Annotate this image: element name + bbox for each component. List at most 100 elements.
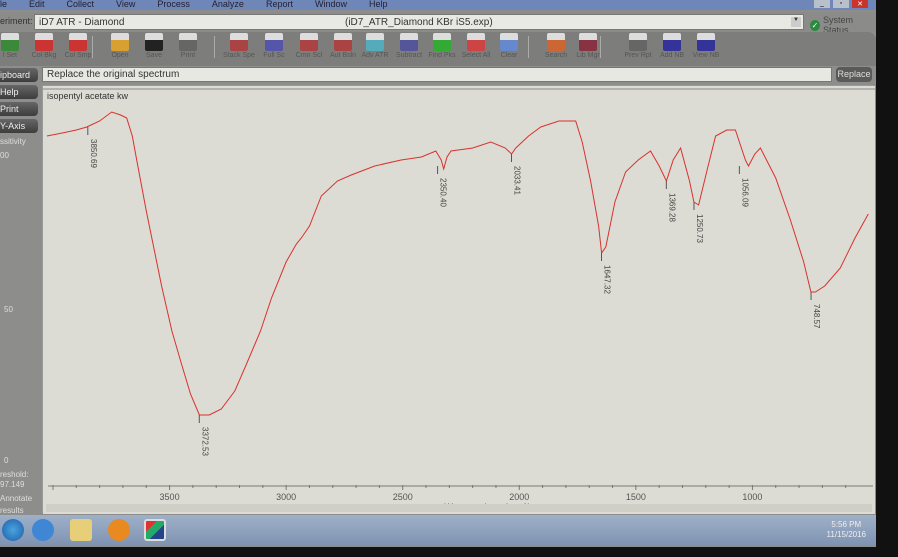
menu-item[interactable]: le	[0, 0, 7, 9]
toolbar-label: Cmn Scl	[295, 52, 323, 59]
search-icon	[547, 33, 565, 51]
help-button[interactable]: Help	[0, 85, 38, 99]
y-axis-button[interactable]: Y-Axis	[0, 119, 38, 133]
toolbar-label: Aut Bsln	[329, 52, 357, 59]
menu-item[interactable]: Window	[315, 0, 347, 9]
media-player-icon[interactable]	[108, 519, 130, 541]
toolbar-label: Find Pks	[428, 52, 456, 59]
subtract-icon	[400, 33, 418, 51]
experiment-value: iD7 ATR - Diamond	[39, 17, 125, 28]
floppy-disk-icon	[145, 33, 163, 51]
collect-background-button[interactable]: Col Bkg	[26, 33, 62, 59]
add-notebook-icon	[663, 33, 681, 51]
clock-time: 5:56 PM	[831, 520, 862, 529]
chart-title: isopentyl acetate kw	[47, 91, 129, 101]
stack-spectra-button[interactable]: Stack Spe	[221, 33, 257, 59]
horizontal-scrollbar[interactable]	[46, 504, 872, 512]
peak-label: 2033.41	[512, 166, 521, 195]
omnic-app-icon[interactable]	[144, 519, 166, 541]
auto-baseline-icon	[334, 33, 352, 51]
subtract-button[interactable]: Subtract	[391, 33, 427, 59]
threshold-value[interactable]: 97.149	[0, 480, 24, 489]
advanced-atr-button[interactable]: Adv ATR	[357, 33, 393, 59]
replace-select[interactable]: Replace the original spectrum	[42, 67, 832, 82]
menu-item[interactable]: Report	[266, 0, 293, 9]
x-tick-label: 1500	[626, 492, 646, 502]
advanced-atr-icon	[366, 33, 384, 51]
preview-report-button[interactable]: Prev Rpt	[620, 33, 656, 59]
menu-item[interactable]: Collect	[67, 0, 95, 9]
common-scale-icon	[300, 33, 318, 51]
file-explorer-icon[interactable]	[70, 519, 92, 541]
results-label: results	[0, 506, 24, 515]
window-controls: _ ▫ ✕	[814, 0, 868, 8]
minimize-button[interactable]: _	[814, 0, 830, 8]
stack-spectra-icon	[230, 33, 248, 51]
peak-label: 3850.69	[89, 139, 98, 168]
floppy-disk-button[interactable]: Save	[136, 33, 172, 59]
menu-item[interactable]: Process	[157, 0, 190, 9]
preview-report-icon	[629, 33, 647, 51]
auto-baseline-button[interactable]: Aut Bsln	[325, 33, 361, 59]
menu-item[interactable]: View	[116, 0, 135, 9]
checkmark-shield-icon: ✓	[810, 19, 821, 31]
start-button-icon[interactable]	[2, 519, 24, 541]
clock-date: 11/15/2016	[826, 530, 866, 539]
view-notebook-button[interactable]: View NB	[688, 33, 724, 59]
full-scale-button[interactable]: Full Sc	[256, 33, 292, 59]
menu-item[interactable]: Analyze	[212, 0, 244, 9]
clock[interactable]: 5:56 PM 11/15/2016	[827, 520, 866, 540]
experiment-setup-button[interactable]: l Set	[0, 33, 28, 59]
library-manager-icon	[579, 33, 597, 51]
toolbar-separator	[92, 36, 93, 58]
toolbar-separator	[528, 36, 529, 58]
toolbar-label: Subtract	[395, 52, 423, 59]
experiment-file: (iD7_ATR_Diamond KBr iS5.exp)	[345, 17, 493, 28]
select-all-button[interactable]: Select All	[458, 33, 494, 59]
folder-open-icon	[111, 33, 129, 51]
annotate-checkbox[interactable]: Annotate	[0, 494, 32, 503]
folder-open-button[interactable]: Open	[102, 33, 138, 59]
toolbar-label: Print	[180, 52, 196, 59]
x-tick-label: 3500	[160, 492, 180, 502]
y-top-value: 00	[0, 151, 9, 160]
spectrum-chart[interactable]: isopentyl acetate kw 3500 3000 2500 2000 1500…	[43, 86, 875, 514]
toolbar: l Set Col Bkg Col Smp Open Save Print Stack Sp…	[0, 32, 876, 66]
internet-explorer-icon[interactable]	[32, 519, 54, 541]
y-mid-value: 50	[4, 305, 13, 314]
maximize-button[interactable]: ▫	[833, 0, 849, 8]
toolbar-separator	[214, 36, 215, 58]
peak-label: 3372.53	[200, 427, 209, 456]
x-tick-label: 2500	[393, 492, 413, 502]
experiment-label: eriment:	[0, 16, 33, 26]
clipboard-button[interactable]: ipboard	[0, 68, 38, 82]
peak-label: 1369.28	[667, 193, 676, 222]
printer-button[interactable]: Print	[170, 33, 206, 59]
search-button[interactable]: Search	[538, 33, 574, 59]
peak-label: 2350.40	[439, 178, 448, 207]
close-button[interactable]: ✕	[852, 0, 868, 8]
chevron-down-icon[interactable]: ▼	[791, 17, 801, 27]
x-tick-label: 1000	[742, 492, 762, 502]
left-panel: ipboard Help Print Y-Axis ssitivity 00 5…	[0, 68, 42, 518]
spectrum-window: isopentyl acetate kw 3500 3000 2500 2000 1500…	[42, 85, 875, 514]
replace-button[interactable]: Replace	[836, 67, 872, 82]
common-scale-button[interactable]: Cmn Scl	[291, 33, 327, 59]
clear-button[interactable]: Clear	[491, 33, 527, 59]
toolbar-label: Full Sc	[263, 52, 285, 59]
toolbar-label: Add NB	[659, 52, 685, 59]
menu-item[interactable]: Help	[369, 0, 388, 9]
toolbar-label: Stack Spe	[223, 52, 255, 59]
collect-sample-button[interactable]: Col Smp	[60, 33, 96, 59]
experiment-select[interactable]: iD7 ATR - Diamond (iD7_ATR_Diamond KBr i…	[34, 14, 804, 30]
find-peaks-button[interactable]: Find Pks	[424, 33, 460, 59]
add-notebook-button[interactable]: Add NB	[654, 33, 690, 59]
replace-bar: Replace the original spectrum Replace	[0, 67, 876, 83]
collect-sample-icon	[69, 33, 87, 51]
x-tick-label: 2000	[509, 492, 529, 502]
menu-item[interactable]: Edit	[29, 0, 45, 9]
toolbar-label: Save	[146, 52, 162, 59]
print-button[interactable]: Print	[0, 102, 38, 116]
find-peaks-icon	[433, 33, 451, 51]
peak-label: 1056.09	[740, 178, 749, 207]
